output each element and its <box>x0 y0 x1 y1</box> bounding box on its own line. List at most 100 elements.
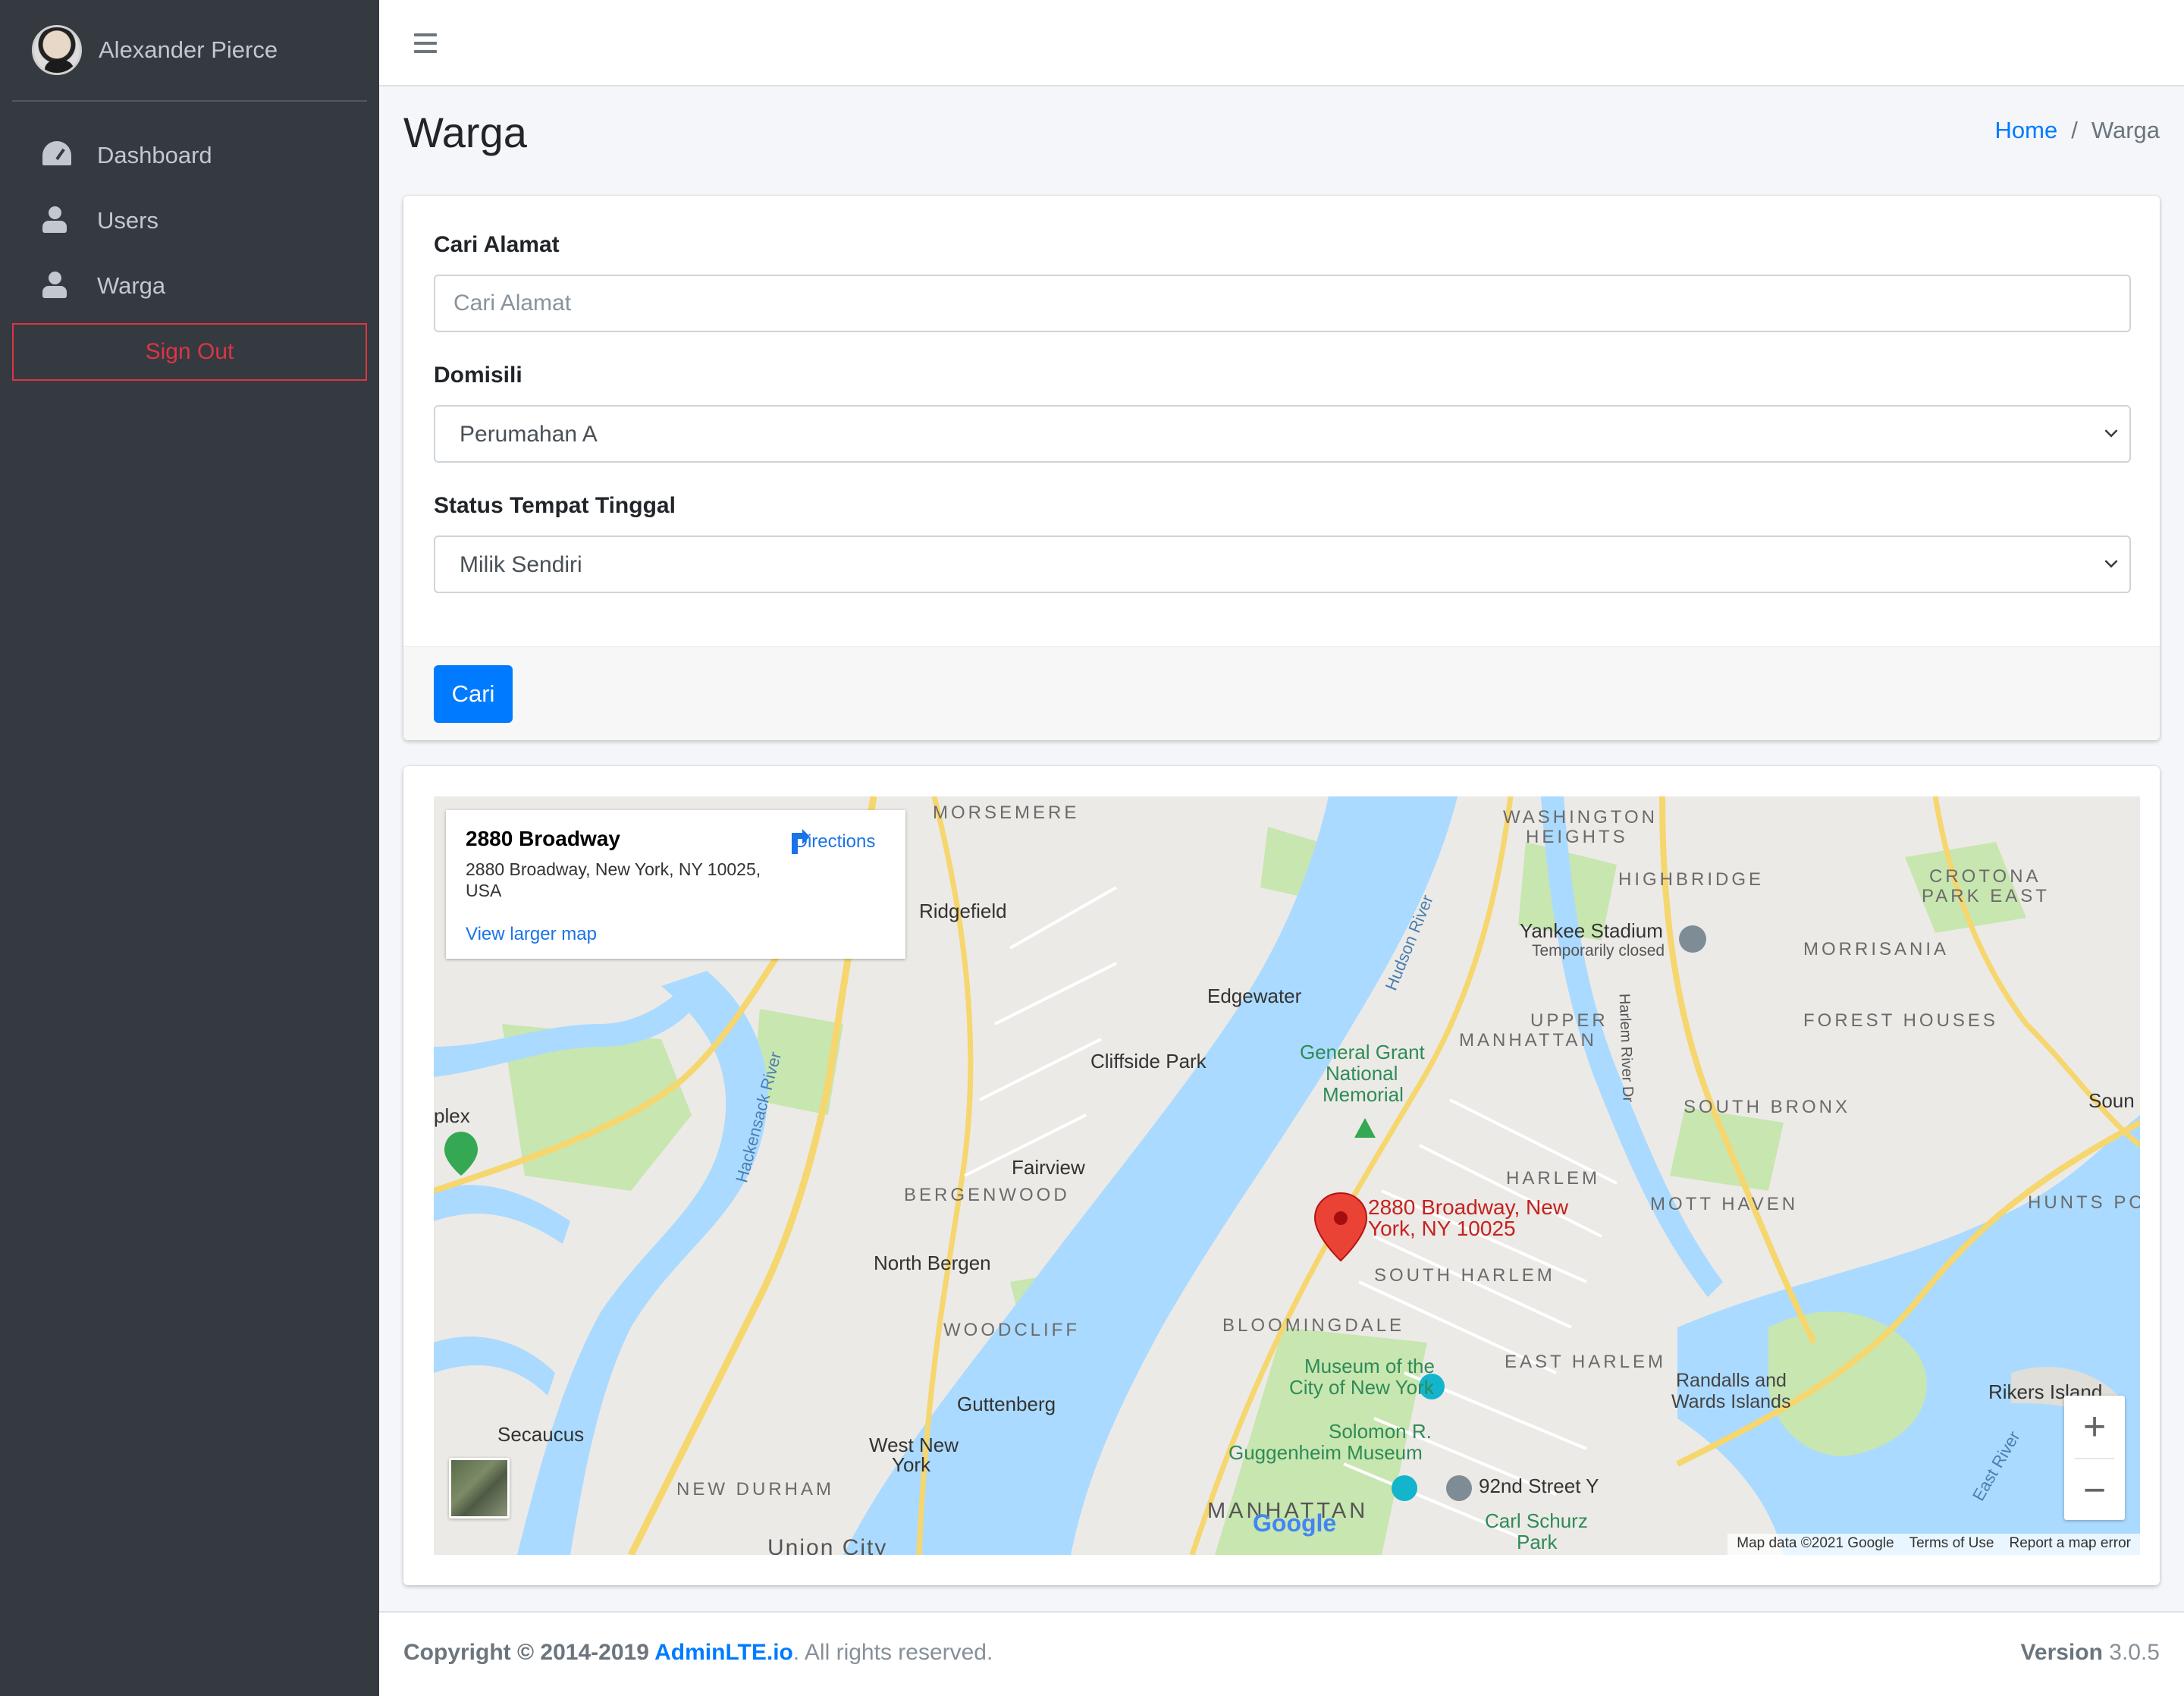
map-label: plex <box>434 1104 470 1127</box>
directions-icon <box>792 829 810 854</box>
map-label: WASHINGTON <box>1503 807 1658 828</box>
google-map[interactable]: MORSEMERE WASHINGTON HEIGHTS HIGHBRIDGE … <box>434 796 2140 1555</box>
search-form-card: Cari Alamat Domisili Perumahan A Status … <box>403 196 2160 740</box>
hamburger-menu-icon[interactable] <box>414 33 437 53</box>
version-value: 3.0.5 <box>2109 1640 2160 1665</box>
zoom-controls: + − <box>2064 1396 2125 1520</box>
form-card-footer: Cari <box>403 646 2160 740</box>
chevron-down-icon <box>2104 424 2118 438</box>
top-navbar <box>379 0 2184 86</box>
status-selected-value: Milik Sendiri <box>460 552 582 577</box>
search-address-input[interactable] <box>434 275 2131 332</box>
map-label: Union City <box>767 1535 888 1555</box>
map-label: Randalls and <box>1676 1370 1787 1391</box>
map-label: Wards Islands <box>1671 1391 1791 1412</box>
map-label: Guggenheim Museum <box>1228 1441 1423 1464</box>
map-label: BLOOMINGDALE <box>1222 1315 1405 1336</box>
breadcrumb-home-link[interactable]: Home <box>1995 117 2058 144</box>
sidebar-item-users[interactable]: Users <box>12 188 367 253</box>
sidebar-item-label: Warga <box>97 272 166 299</box>
map-label: HIGHBRIDGE <box>1618 869 1765 890</box>
info-title: 2880 Broadway <box>466 827 620 850</box>
map-label: 92nd Street Y <box>1479 1475 1599 1497</box>
zoom-out-button[interactable]: − <box>2064 1459 2125 1522</box>
tachometer-icon <box>42 141 71 170</box>
map-label: EAST HARLEM <box>1505 1352 1666 1372</box>
map-label: National <box>1326 1062 1398 1085</box>
search-address-label: Cari Alamat <box>434 232 560 257</box>
map-label: MANHATTAN <box>1459 1030 1597 1051</box>
map-label: Soun <box>2088 1089 2135 1112</box>
map-label: MORSEMERE <box>933 802 1080 823</box>
avatar <box>32 25 82 75</box>
status-label: Status Tempat Tinggal <box>434 493 676 518</box>
sidebar-item-warga[interactable]: Warga <box>12 253 367 319</box>
page-title: Warga <box>403 108 527 156</box>
map-attribution: Map data ©2021 Google Terms of Use Repor… <box>1727 1534 2140 1555</box>
breadcrumb-current: Warga <box>2091 117 2160 143</box>
map-label: FOREST HOUSES <box>1803 1010 1998 1031</box>
user-name[interactable]: Alexander Pierce <box>99 36 278 64</box>
sign-out-button[interactable]: Sign Out <box>12 323 367 381</box>
map-label: Edgewater <box>1207 985 1302 1007</box>
copyright-prefix: Copyright © 2014-2019 <box>403 1640 655 1665</box>
map-label: City of New York <box>1289 1376 1434 1399</box>
map-label: SOUTH BRONX <box>1684 1097 1851 1117</box>
map-label: Guttenberg <box>957 1393 1056 1415</box>
map-label: Solomon R. <box>1329 1420 1432 1443</box>
terms-of-use-link[interactable]: Terms of Use <box>1909 1535 1994 1553</box>
map-label: MOTT HAVEN <box>1650 1194 1799 1214</box>
sidebar-nav: Dashboard Users Warga <box>12 123 367 319</box>
sidebar-item-dashboard[interactable]: Dashboard <box>12 123 367 188</box>
domisili-select[interactable]: Perumahan A <box>434 405 2131 463</box>
google-logo: Google <box>1253 1509 1337 1537</box>
map-label: HARLEM <box>1506 1168 1601 1189</box>
map-label: PARK EAST <box>1922 886 2050 906</box>
map-label: Museum of the <box>1304 1355 1435 1377</box>
map-label: Fairview <box>1012 1156 1085 1179</box>
map-label: NEW DURHAM <box>676 1479 834 1500</box>
map-label: Ridgefield <box>919 900 1007 922</box>
map-label: Cliffside Park <box>1090 1050 1207 1073</box>
map-label: North Bergen <box>874 1252 991 1274</box>
version: Version 3.0.5 <box>2021 1640 2160 1666</box>
map-label: Park <box>1517 1531 1558 1553</box>
adminlte-link[interactable]: AdminLTE.io <box>654 1640 793 1665</box>
domisili-label: Domisili <box>434 363 522 388</box>
map-label: MORRISANIA <box>1803 939 1950 959</box>
report-map-error-link[interactable]: Report a map error <box>2009 1535 2131 1553</box>
satellite-layer-toggle[interactable] <box>449 1458 510 1519</box>
info-address: 2880 Broadway, New York, NY 10025, USA <box>466 859 761 900</box>
map-label: BERGENWOOD <box>904 1185 1070 1205</box>
status-select[interactable]: Milik Sendiri <box>434 535 2131 593</box>
directions-button[interactable]: Directions <box>786 827 884 854</box>
map-label: HEIGHTS <box>1526 827 1628 847</box>
breadcrumb: Home / Warga <box>1995 117 2160 144</box>
page-footer: Copyright © 2014-2019 AdminLTE.io. All r… <box>379 1611 2184 1696</box>
map-label: Secaucus <box>497 1423 585 1446</box>
map-label: CROTONA <box>1929 866 2041 887</box>
search-button[interactable]: Cari <box>434 665 513 723</box>
view-larger-map-link[interactable]: View larger map <box>466 924 597 945</box>
sidebar-item-label: Dashboard <box>97 142 212 168</box>
copyright-suffix: . All rights reserved. <box>792 1640 993 1665</box>
sidebar: Alexander Pierce Dashboard Users Warga S… <box>0 0 379 1696</box>
breadcrumb-separator: / <box>2071 117 2078 143</box>
map-label: Yankee Stadium <box>1520 919 1663 942</box>
copyright: Copyright © 2014-2019 AdminLTE.io. All r… <box>403 1640 993 1666</box>
map-card: MORSEMERE WASHINGTON HEIGHTS HIGHBRIDGE … <box>403 766 2160 1585</box>
map-label: Temporarily closed <box>1532 942 1665 959</box>
marker-label: York, NY 10025 <box>1368 1217 1516 1240</box>
map-label: Carl Schurz <box>1485 1509 1588 1532</box>
user-panel[interactable]: Alexander Pierce <box>12 0 367 102</box>
map-info-window: 2880 Broadway 2880 Broadway, New York, N… <box>446 810 905 959</box>
map-label: General Grant <box>1300 1041 1425 1063</box>
map-label: UPPER <box>1530 1010 1608 1031</box>
map-label: York <box>892 1453 931 1476</box>
domisili-selected-value: Perumahan A <box>460 422 598 447</box>
map-label: SOUTH HARLEM <box>1374 1265 1555 1286</box>
user-icon <box>42 272 71 300</box>
zoom-in-button[interactable]: + <box>2064 1396 2125 1458</box>
version-label: Version <box>2020 1640 2103 1665</box>
map-label: Memorial <box>1323 1083 1404 1106</box>
